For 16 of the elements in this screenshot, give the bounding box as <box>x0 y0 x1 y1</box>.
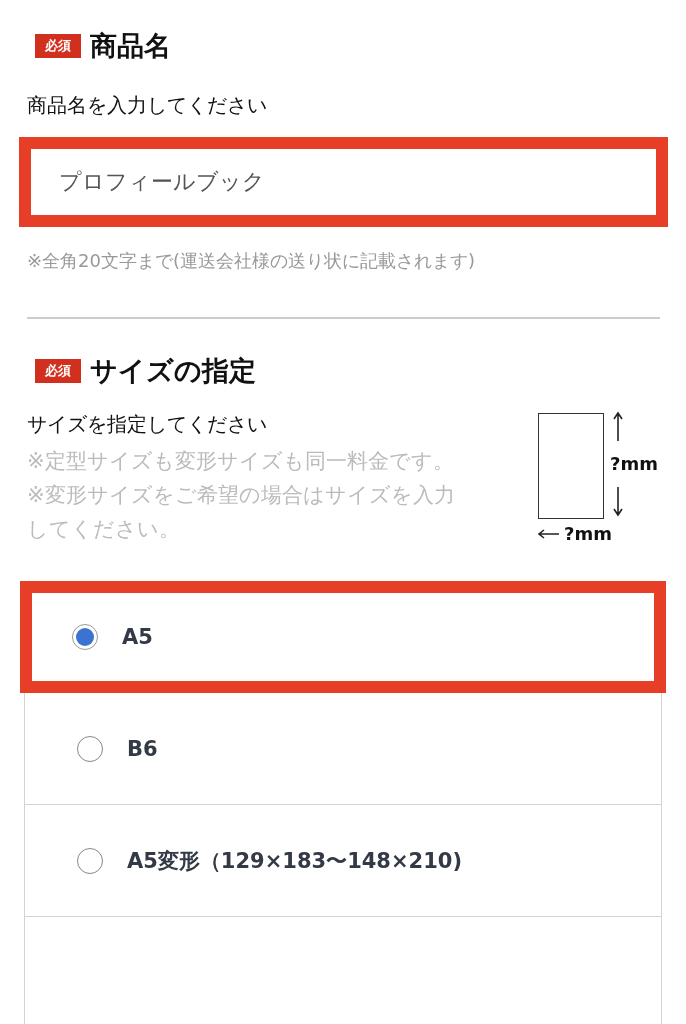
size-option[interactable]: B6 <box>24 693 662 805</box>
note-text: ※変形サイズをご希望の場合はサイズを入力してください。 <box>27 482 456 543</box>
size-option[interactable]: A5 <box>20 581 666 693</box>
product-name-field[interactable]: プロフィールブック <box>19 137 668 227</box>
page-outline-icon <box>538 413 604 519</box>
section-title: 商品名 <box>90 29 171 63</box>
required-badge: 必須 <box>35 34 81 58</box>
required-badge: 必須 <box>35 359 81 383</box>
size-option[interactable]: A5変形（129×183〜148×210) <box>24 805 662 917</box>
note-text: ※全角20文字まで(運送会社様の送り状に記載されます) <box>27 249 477 273</box>
instruction-text: 商品名を入力してください <box>27 92 268 119</box>
width-label: ?mm <box>564 523 612 544</box>
note-text: ※定型サイズも変形サイズも同一料金です。 <box>27 448 455 475</box>
instruction-text: サイズを指定してください <box>27 411 268 438</box>
left-arrow-icon <box>538 528 560 539</box>
section-title: サイズの指定 <box>90 354 256 388</box>
